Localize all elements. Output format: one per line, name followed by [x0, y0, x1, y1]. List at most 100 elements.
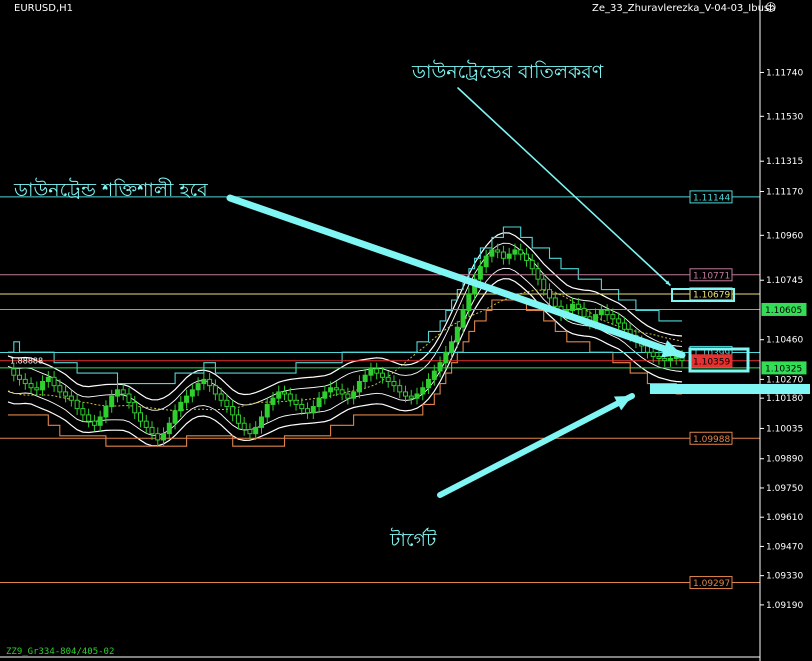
candle-body	[51, 376, 57, 387]
y-tick-label: 1.09470	[766, 542, 803, 552]
candle-body	[40, 380, 46, 391]
candle-body	[235, 414, 241, 424]
candle-body	[604, 309, 610, 316]
annotation-target: টার্গেট	[390, 529, 437, 551]
candle-body	[547, 289, 553, 299]
y-tick-label: 1.11530	[766, 112, 803, 122]
candle-body	[224, 399, 230, 408]
indicator-name: Ze_33_Zhuravlerezka_V-04-03_Ibush	[592, 3, 776, 14]
candle-body	[322, 391, 328, 399]
candle-body	[402, 391, 408, 397]
candle-body	[230, 406, 236, 416]
candle-body	[282, 391, 288, 395]
level-label: 1.10679	[693, 290, 730, 300]
candle-body	[287, 393, 293, 401]
level-label: 1.10771	[693, 271, 730, 281]
candle-body	[385, 376, 391, 382]
candle-body	[598, 309, 604, 316]
candle-body	[114, 389, 120, 397]
candle-body	[189, 389, 195, 397]
candle-body	[449, 341, 455, 353]
y-tick-label: 1.09890	[766, 455, 803, 465]
candle-body	[466, 293, 472, 311]
candle-body	[22, 378, 28, 385]
candle-body	[126, 393, 132, 403]
candle-body	[391, 380, 397, 387]
candle-body	[610, 314, 616, 320]
symbol-label: EURUSD,H1	[14, 3, 74, 14]
candle-body	[247, 429, 253, 435]
candle-body	[656, 355, 662, 360]
candle-body	[581, 307, 587, 318]
candle-body	[166, 422, 172, 435]
candle-body	[28, 383, 34, 389]
y-tick-label: 1.11740	[766, 68, 803, 78]
candle-body	[437, 362, 443, 372]
candle-body	[34, 387, 40, 391]
candle-body	[161, 433, 167, 441]
upper-step-channel	[8, 226, 682, 385]
y-tick-label: 1.10270	[766, 375, 803, 385]
candle-body	[570, 303, 576, 311]
candle-body	[172, 410, 178, 424]
y-tick-label: 1.10460	[766, 336, 803, 346]
candle-body	[270, 397, 276, 405]
candle-body	[241, 422, 247, 431]
candle-body	[506, 253, 512, 259]
candle-body	[426, 378, 432, 389]
candle-body	[212, 385, 218, 395]
candle-body	[149, 426, 155, 435]
candle-body	[379, 372, 385, 378]
candle-body	[91, 420, 97, 426]
candle-body	[201, 378, 207, 385]
annotation-downtrend-strong: ডাউনট্রেন্ড শক্তিশালী হবে	[14, 179, 208, 201]
candle-body	[575, 303, 581, 309]
level-label: 1.11144	[693, 193, 730, 203]
candle-body	[57, 385, 63, 393]
level-label: 1.10359	[693, 357, 730, 367]
y-tick-label: 1.11315	[766, 157, 803, 167]
candle-body	[11, 368, 17, 376]
candle-body	[103, 406, 109, 418]
candle-body	[662, 358, 668, 362]
candle-body	[328, 387, 334, 393]
candle-body	[529, 259, 535, 270]
y-tick-label: 1.10180	[766, 394, 803, 404]
candle-body	[512, 249, 518, 255]
candle-body	[541, 278, 547, 291]
footer-label: ZZ9_Gr334-804/405-02	[6, 647, 115, 657]
price-chart: 1.111441.107711.106791.106051.103991.103…	[0, 0, 810, 661]
candle-body	[523, 253, 529, 261]
candle-body	[374, 368, 380, 374]
candle-body	[293, 399, 299, 405]
candle-body	[120, 389, 126, 395]
candle-body	[333, 387, 339, 391]
candle-body	[368, 368, 374, 376]
candle-body	[310, 406, 316, 414]
candle-body	[339, 389, 345, 395]
level-label: 1.10605	[765, 306, 802, 316]
annotation-cancel-downtrend: ডাউনট্রেন্ডের বাতিলকরণ	[412, 61, 604, 83]
candle-body	[132, 401, 138, 414]
candle-body	[184, 395, 190, 403]
candle-body	[454, 326, 460, 343]
left-price-label: 1.88888	[10, 357, 43, 366]
candle-body	[431, 370, 437, 380]
candle-body	[316, 397, 322, 408]
candle-body	[86, 414, 92, 422]
candle-body	[178, 401, 184, 412]
candle-body	[218, 393, 224, 401]
candle-body	[477, 266, 483, 280]
level-label: 1.09297	[693, 579, 730, 589]
candle-body	[356, 380, 362, 393]
candle-body	[207, 378, 213, 387]
candle-body	[667, 358, 673, 362]
candle-body	[621, 322, 627, 330]
target-bar	[650, 384, 810, 394]
candle-body	[109, 395, 115, 408]
candle-body	[414, 393, 420, 399]
y-tick-label: 1.10745	[766, 276, 803, 286]
candle-body	[552, 297, 558, 307]
candle-body	[74, 399, 80, 410]
candle-body	[397, 385, 403, 393]
